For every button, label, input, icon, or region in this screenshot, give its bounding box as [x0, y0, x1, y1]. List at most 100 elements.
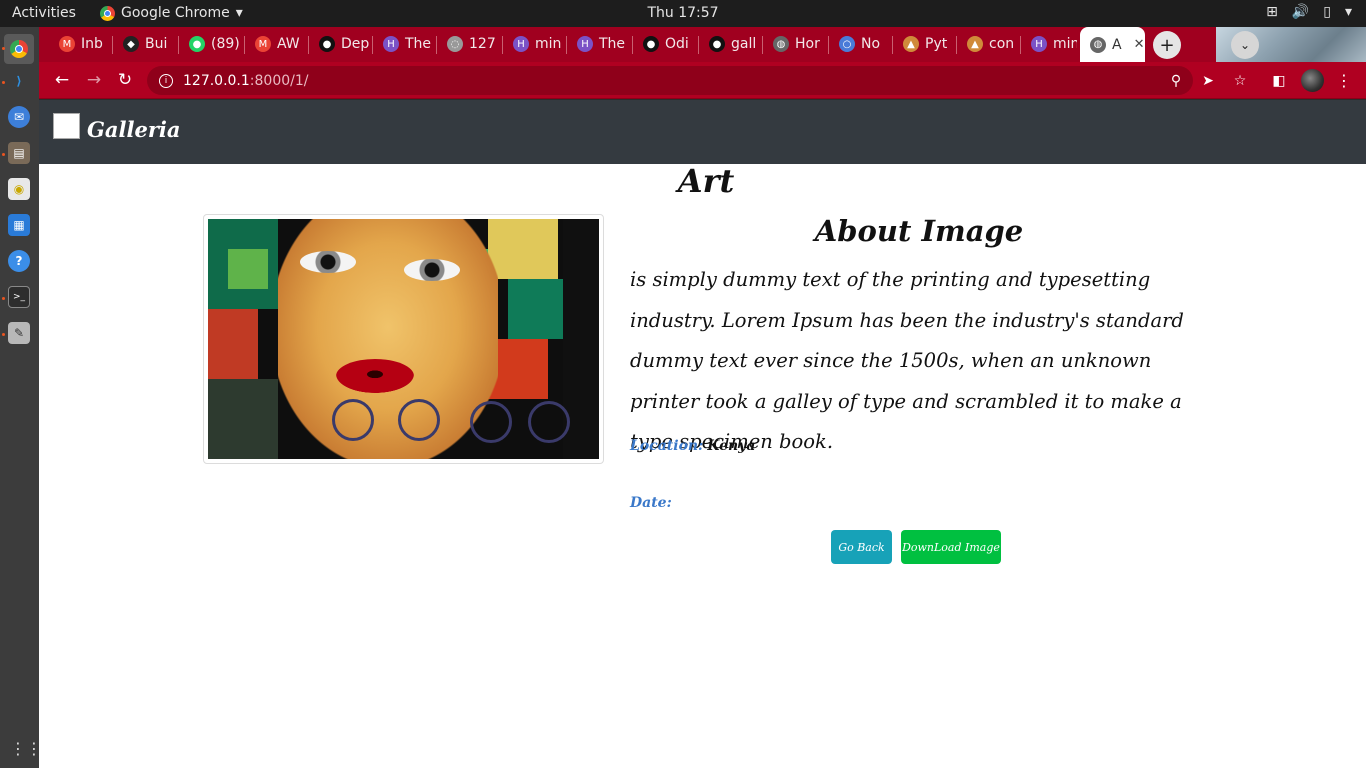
network-icon: ⊞ [1266, 4, 1278, 20]
location-value: Kenya [707, 438, 756, 454]
browser-tab[interactable]: H The [567, 29, 631, 59]
gmail-icon: M [59, 36, 75, 52]
browser-tab[interactable]: ● (89) [179, 29, 243, 59]
browser-tab[interactable]: ◆ Bui [113, 29, 177, 59]
browser-tab[interactable]: ▲ Pyt [893, 29, 955, 59]
tab-label: con [989, 36, 1015, 52]
browser-tab[interactable]: ● gall [699, 29, 761, 59]
terminal-icon[interactable]: >_ [8, 286, 30, 308]
site-info-icon[interactable]: i [159, 73, 173, 88]
mural-tile [508, 279, 563, 339]
about-title: About Image [814, 214, 1024, 248]
running-indicator [2, 47, 5, 50]
gmail-icon: M [255, 36, 271, 52]
rhythmbox-icon[interactable]: ◉ [8, 178, 30, 200]
tab-label: Odi [665, 36, 689, 52]
tab-label: 127 [469, 36, 496, 52]
tab-label: A [1112, 36, 1122, 53]
location-row: Location: Kenya [630, 438, 755, 454]
tab-label: Pyt [925, 36, 948, 52]
tab-label: gall [731, 36, 757, 52]
thunderbird-icon[interactable]: ✉ [8, 106, 30, 128]
url-host: 127.0.0.1 [183, 72, 250, 89]
forward-button[interactable]: → [83, 69, 105, 91]
tab-label: Hor [795, 36, 820, 52]
back-button[interactable]: ← [51, 69, 73, 91]
browser-toolbar: ← → ↻ i 127.0.0.1:8000/1/ ⚲ ➤ ☆ ◧ ⋮ [39, 62, 1366, 99]
brand-name[interactable]: Galleria [87, 117, 181, 142]
chevron-down-icon: ▾ [235, 5, 243, 21]
chrome-icon [100, 5, 115, 21]
tab-label: min [535, 36, 562, 52]
tab-label: Bui [145, 36, 168, 52]
tab-label: Dep [341, 36, 370, 52]
go-back-button[interactable]: Go Back [831, 530, 892, 564]
running-indicator [2, 297, 5, 300]
mural-lips [336, 359, 414, 393]
bicycle-wheel [470, 401, 512, 443]
heroku-icon: H [513, 36, 529, 52]
running-indicator [2, 81, 5, 84]
help-icon[interactable]: ? [8, 250, 30, 272]
tab-strip: M Inb ◆ Bui ● (89) M AW ● Dep H The ◌ 127 Hmin H The ● Odi… [39, 27, 1366, 62]
browser-tab[interactable]: ○ No [829, 29, 891, 59]
globe-icon: ◍ [773, 36, 789, 52]
screenshot-icon[interactable]: ✎ [8, 322, 30, 344]
bicycle-wheel [332, 399, 374, 441]
side-panel-icon[interactable]: ◧ [1268, 66, 1290, 95]
heroku-icon: H [577, 36, 593, 52]
file-manager-icon[interactable]: ▤ [8, 142, 30, 164]
whatsapp-icon: ● [189, 36, 205, 52]
browser-tab[interactable]: ● Odi [633, 29, 697, 59]
image-description: is simply dummy text of the printing and… [630, 268, 1184, 453]
bookmark-star-icon[interactable]: ☆ [1229, 66, 1251, 95]
brand-logo[interactable] [53, 113, 80, 139]
tab-label: The [599, 36, 626, 52]
globe-icon: ◍ [1090, 36, 1106, 53]
download-image-button[interactable]: DownLoad Image [901, 530, 1001, 564]
location-label: Location: [630, 438, 704, 454]
activities-button[interactable]: Activities [12, 5, 76, 21]
app-name: Google Chrome [121, 5, 230, 21]
writer-icon[interactable]: ▦ [8, 214, 30, 236]
chrome-icon[interactable] [4, 34, 34, 64]
python-icon: ▲ [967, 36, 983, 52]
vscode-icon[interactable]: ⟩ [8, 70, 30, 92]
kebab-menu-icon[interactable]: ⋮ [1333, 66, 1355, 95]
tab-label: The [405, 36, 432, 52]
mural-eye-right [404, 259, 460, 281]
browser-tab[interactable]: Hmin [503, 29, 565, 59]
new-tab-button[interactable]: + [1153, 31, 1181, 59]
battery-icon: ▯ [1323, 4, 1331, 20]
browser-tab[interactable]: Hmin [1021, 29, 1077, 59]
address-bar[interactable]: i 127.0.0.1:8000/1/ [147, 66, 1193, 95]
browser-tab[interactable]: M AW [245, 29, 307, 59]
tab-search-button[interactable]: ⌄ [1231, 31, 1259, 59]
tab-active[interactable]: ◍ A ✕ [1080, 27, 1145, 62]
category-heading: Art [677, 162, 735, 200]
url-path: :8000/1/ [249, 72, 309, 89]
app-menu[interactable]: Google Chrome ▾ [100, 5, 243, 21]
zoom-icon[interactable]: ⚲ [1165, 66, 1187, 95]
reload-button[interactable]: ↻ [114, 69, 136, 91]
mural-eye-left [300, 251, 356, 273]
close-icon[interactable]: ✕ [1134, 37, 1145, 52]
browser-tab[interactable]: ● Dep [309, 29, 371, 59]
tab-label: min [1053, 36, 1077, 52]
system-tray[interactable]: ⊞ 🔊 ▯ ▾ [1266, 4, 1352, 20]
github-icon: ● [643, 36, 659, 52]
running-indicator [2, 333, 5, 336]
chevron-down-icon: ▾ [1344, 4, 1352, 20]
browser-tab[interactable]: ▲ con [957, 29, 1019, 59]
send-icon[interactable]: ➤ [1197, 66, 1219, 95]
bicycle-wheel [528, 401, 570, 443]
mural-tile [488, 219, 558, 279]
browser-tab[interactable]: H The [373, 29, 435, 59]
profile-avatar[interactable] [1301, 69, 1324, 92]
bicycle-wheel [398, 399, 440, 441]
date-label: Date: [630, 495, 672, 511]
browser-tab[interactable]: M Inb [49, 29, 111, 59]
volume-icon: 🔊 [1291, 4, 1310, 20]
browser-tab[interactable]: ◍ Hor [763, 29, 827, 59]
browser-tab[interactable]: ◌ 127 [437, 29, 501, 59]
